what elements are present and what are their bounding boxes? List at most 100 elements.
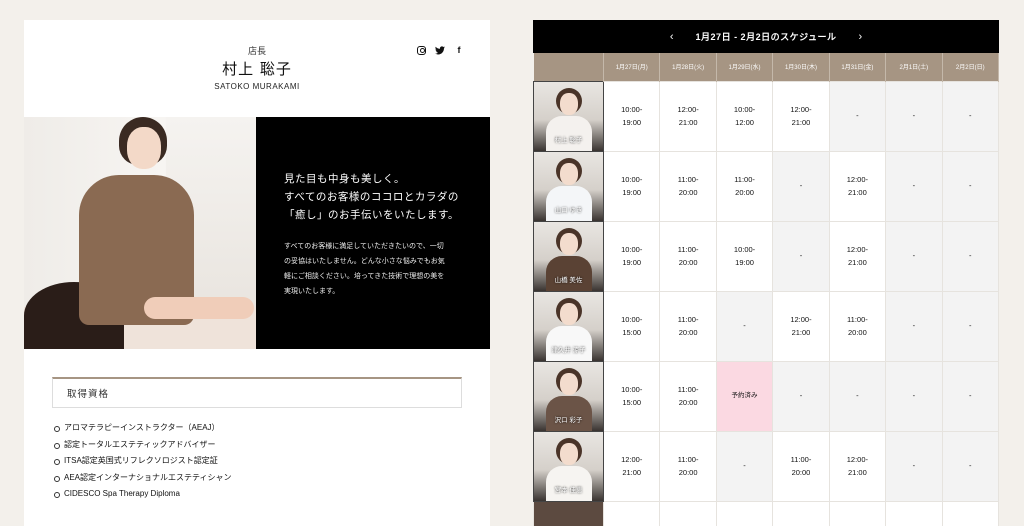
schedule-cell[interactable]: -	[772, 220, 830, 292]
staff-message: 見た目も中身も美しく。 すべてのお客様のココロとカラダの 「癒し」のお手伝いをい…	[256, 117, 490, 349]
schedule-cell[interactable]: -	[772, 150, 830, 222]
schedule-cell[interactable]: -	[885, 360, 943, 432]
table-row: 宮本 佳恵 12:00- 21:00 11:00- 20:00-11:00- 20:…	[533, 430, 1000, 502]
table-row: 沢口 彩子 10:00- 15:00 11:00- 20:00 予約済み - - - -	[533, 360, 1000, 432]
staff-photo	[24, 117, 256, 349]
staff-name-en: SATOKO MURAKAMI	[214, 82, 300, 91]
list-item: CIDESCO Spa Therapy Diploma	[54, 486, 232, 503]
schedule-cell[interactable]: 予約済み	[715, 360, 774, 432]
social-links: f	[417, 45, 464, 55]
staff-name: 津久井 涼子	[551, 347, 586, 354]
staff-thumbnail[interactable]: 津久井 涼子	[533, 290, 604, 362]
message-lead: 見た目も中身も美しく。 すべてのお客様のココロとカラダの 「癒し」のお手伝いをい…	[284, 173, 459, 221]
profile-hero: 見た目も中身も美しく。 すべてのお客様のココロとカラダの 「癒し」のお手伝いをい…	[24, 117, 490, 349]
schedule-cell[interactable]	[659, 500, 717, 526]
day-header: 1月28日(火)	[659, 53, 717, 81]
instagram-icon[interactable]	[417, 45, 426, 55]
staff-thumbnail[interactable]: 宮本 佳恵	[533, 430, 604, 502]
schedule-cell[interactable]: 12:00- 21:00	[828, 150, 887, 222]
next-week-icon[interactable]: ›	[858, 31, 862, 43]
twitter-icon[interactable]	[435, 45, 445, 55]
schedule-cell[interactable]: 10:00- 12:00	[715, 80, 774, 152]
schedule-cell[interactable]: -	[941, 360, 1000, 432]
day-header: 1月29日(水)	[716, 53, 774, 81]
staff-thumbnail[interactable]: 山口 ゆき	[533, 150, 604, 222]
schedule-cell[interactable]: 10:00- 15:00	[602, 360, 661, 432]
staff-profile-card: 店長 村上 聡子 SATOKO MURAKAMI f 見た目も中身も美しく。 す…	[24, 20, 490, 526]
qualifications-heading: 取得資格	[52, 377, 462, 408]
schedule-cell[interactable]	[715, 500, 774, 526]
schedule-day-header: 1月27日(月) 1月28日(火) 1月29日(水) 1月30日(木) 1月31…	[533, 53, 1000, 81]
staff-thumbnail[interactable]: 山橋 美佐	[533, 220, 604, 292]
schedule-cell[interactable]: -	[715, 430, 774, 502]
schedule-cell[interactable]: 11:00- 20:00	[659, 290, 717, 362]
schedule-cell[interactable]: -	[885, 430, 943, 502]
schedule-cell[interactable]: 12:00- 21:00	[659, 80, 717, 152]
schedule-cell[interactable]: 10:00- 19:00	[602, 220, 661, 292]
schedule-cell[interactable]: -	[941, 80, 1000, 152]
staff-name: 山口 ゆき	[554, 207, 583, 214]
staff-thumbnail[interactable]: 沢口 彩子	[533, 360, 604, 432]
prev-week-icon[interactable]: ‹	[670, 31, 674, 43]
schedule-cell[interactable]: 11:00- 20:00	[659, 150, 717, 222]
list-item: AEA認定インターナショナルエステティシャン	[54, 470, 232, 487]
schedule-cell[interactable]: -	[715, 290, 774, 362]
table-row	[533, 500, 1000, 526]
schedule-cell[interactable]: -	[828, 360, 887, 432]
schedule-cell[interactable]: -	[885, 80, 943, 152]
schedule-cell[interactable]: -	[941, 290, 1000, 362]
schedule-cell[interactable]: 11:00- 20:00	[715, 150, 774, 222]
staff-name: 宮本 佳恵	[554, 487, 583, 494]
list-item: ITSA認定英国式リフレクソロジスト認定証	[54, 453, 232, 470]
list-item: アロマテラピーインストラクター（AEAJ）	[54, 420, 232, 437]
schedule-cell[interactable]: 10:00- 19:00	[602, 150, 661, 222]
schedule-cell[interactable]	[941, 500, 1000, 526]
schedule-cell[interactable]: 12:00- 21:00	[828, 430, 887, 502]
table-row: 村上 聡子 10:00- 19:00 12:00- 21:00 10:00- 12:0…	[533, 80, 1000, 152]
qualifications-list: アロマテラピーインストラクター（AEAJ） 認定トータルエステティックアドバイザ…	[54, 420, 232, 503]
schedule-cell[interactable]: -	[772, 360, 830, 432]
list-item: 認定トータルエステティックアドバイザー	[54, 437, 232, 454]
schedule-cell[interactable]	[828, 500, 887, 526]
staff-name: 沢口 彩子	[554, 417, 583, 424]
schedule-cell[interactable]: 11:00- 20:00	[772, 430, 830, 502]
schedule-table: 1月27日(月) 1月28日(火) 1月29日(水) 1月30日(木) 1月31…	[533, 53, 1000, 526]
schedule-cell[interactable]: 12:00- 21:00	[772, 290, 830, 362]
schedule-cell[interactable]: -	[885, 220, 943, 292]
day-header: 1月31日(金)	[829, 53, 887, 81]
schedule-cell[interactable]: 12:00- 21:00	[772, 80, 830, 152]
schedule-cell[interactable]: -	[941, 150, 1000, 222]
schedule-header: ‹ 1月27日 - 2月2日のスケジュール ›	[533, 20, 999, 53]
table-row: 津久井 涼子 10:00- 15:00 11:00- 20:00-12:00- 21…	[533, 290, 1000, 362]
schedule-cell[interactable]: -	[941, 220, 1000, 292]
schedule-cell[interactable]: 11:00- 20:00	[659, 430, 717, 502]
staff-thumbnail[interactable]: 村上 聡子	[533, 80, 604, 152]
staff-thumbnail[interactable]	[533, 500, 604, 526]
schedule-title: 1月27日 - 2月2日のスケジュール	[695, 32, 837, 42]
table-row: 山口 ゆき 10:00- 19:00 11:00- 20:00 11:00- 20:0…	[533, 150, 1000, 222]
table-row: 山橋 美佐 10:00- 19:00 11:00- 20:00 10:00- 19:0…	[533, 220, 1000, 292]
schedule-cell[interactable]: 11:00- 20:00	[828, 290, 887, 362]
schedule-cell[interactable]	[885, 500, 943, 526]
schedule-cell[interactable]: -	[885, 150, 943, 222]
schedule-cell[interactable]: 10:00- 15:00	[602, 290, 661, 362]
schedule-cell[interactable]: 10:00- 19:00	[602, 80, 661, 152]
profile-header: 店長 村上 聡子 SATOKO MURAKAMI f	[24, 20, 490, 117]
schedule-cell[interactable]: -	[885, 290, 943, 362]
schedule-cell[interactable]	[772, 500, 830, 526]
qualifications-title: 取得資格	[67, 389, 110, 400]
day-header: 2月1日(土)	[885, 53, 943, 81]
schedule-cell[interactable]: 11:00- 20:00	[659, 220, 717, 292]
schedule-cell[interactable]: 11:00- 20:00	[659, 360, 717, 432]
schedule-cell[interactable]: 12:00- 21:00	[602, 430, 661, 502]
facebook-icon[interactable]: f	[454, 45, 464, 55]
message-body: すべてのお客様に満足していただきたいので、一切 の妥協はいたしません。どんな小さ…	[284, 241, 445, 295]
schedule-cell[interactable]: -	[941, 430, 1000, 502]
schedule-cell[interactable]	[602, 500, 661, 526]
schedule-cell[interactable]: -	[828, 80, 887, 152]
staff-column-header	[533, 53, 604, 81]
day-header: 1月27日(月)	[603, 53, 661, 81]
staff-name-ja: 村上 聡子	[222, 60, 292, 78]
schedule-cell[interactable]: 10:00- 19:00	[715, 220, 774, 292]
schedule-cell[interactable]: 12:00- 21:00	[828, 220, 887, 292]
